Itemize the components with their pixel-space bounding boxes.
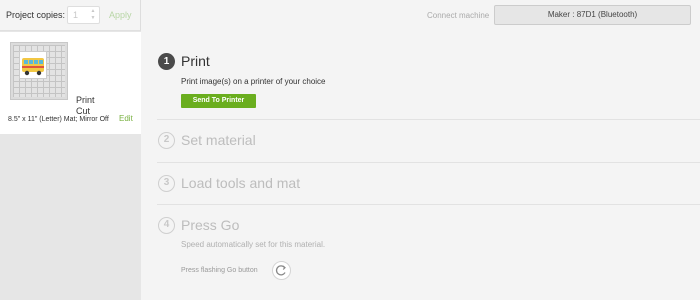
copies-stepper[interactable]: ▲ ▼ xyxy=(88,8,98,22)
project-copies-input[interactable]: 1 ▲ ▼ xyxy=(67,6,100,24)
apply-button[interactable]: Apply xyxy=(109,10,132,20)
machine-select[interactable]: Maker : 87D1 (Bluetooth) xyxy=(494,5,691,25)
step-number-badge: 3 xyxy=(158,175,175,192)
top-bar: Connect machine Maker : 87D1 (Bluetooth) xyxy=(141,0,700,31)
stepper-up-icon[interactable]: ▲ xyxy=(88,8,98,15)
step-number-badge: 1 xyxy=(158,53,175,70)
step-title: Print xyxy=(181,53,210,69)
divider xyxy=(157,119,700,120)
connect-machine-label: Connect machine xyxy=(427,11,490,20)
divider xyxy=(157,162,700,163)
step-description: Speed automatically set for this materia… xyxy=(181,240,326,249)
project-copies-value: 1 xyxy=(73,10,79,20)
step-title: Set material xyxy=(181,132,256,148)
step-description: Print image(s) on a printer of your choi… xyxy=(181,77,326,86)
step-title: Load tools and mat xyxy=(181,175,301,191)
step-title: Press Go xyxy=(181,217,240,233)
edit-mat-link[interactable]: Edit xyxy=(119,114,133,123)
press-go-label: Press flashing Go button xyxy=(181,267,258,274)
mat-thumbnail[interactable] xyxy=(10,42,68,100)
bus-image-icon xyxy=(19,51,47,79)
mat-line-print: Print xyxy=(76,95,95,105)
stepper-down-icon[interactable]: ▼ xyxy=(88,15,98,22)
divider xyxy=(157,204,700,205)
project-copies-label: Project copies: xyxy=(6,10,66,20)
steps-panel: 1 Print Print image(s) on a printer of y… xyxy=(141,31,700,300)
left-panel: Project copies: 1 ▲ ▼ Apply Print Cut 8.… xyxy=(0,0,141,300)
mat-info: 8.5" x 11" (Letter) Mat; Mirror Off xyxy=(8,116,109,123)
go-button-icon xyxy=(272,261,291,280)
mat-name: Print Cut xyxy=(76,95,95,117)
project-copies-bar: Project copies: 1 ▲ ▼ Apply xyxy=(0,0,141,31)
step-number-badge: 2 xyxy=(158,132,175,149)
step-number-badge: 4 xyxy=(158,217,175,234)
send-to-printer-button[interactable]: Send To Printer xyxy=(181,94,256,108)
